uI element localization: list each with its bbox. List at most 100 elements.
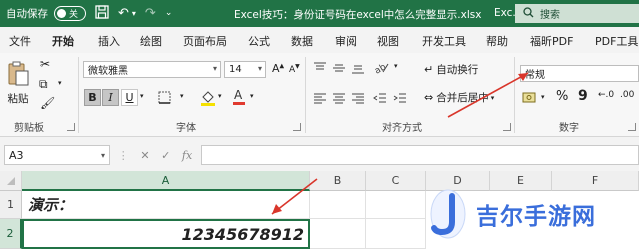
font-color-icon[interactable]: A — [232, 87, 246, 108]
cell-c2[interactable] — [366, 219, 426, 249]
font-name-value: 微软雅黑 — [88, 66, 128, 77]
annotation-arrow-icon — [447, 72, 529, 118]
autosave-toggle[interactable]: 关 — [54, 6, 86, 21]
watermark-text: 吉尔手游网 — [476, 203, 596, 230]
bold-button[interactable]: B — [84, 89, 101, 106]
increase-decimal-icon[interactable]: ←.0 — [598, 91, 614, 100]
ribbon-tabs: 文件 开始 插入 绘图 页面布局 公式 数据 审阅 视图 开发工具 帮助 福昕P… — [0, 27, 639, 55]
decrease-decimal-icon[interactable]: .00 — [620, 91, 634, 100]
ribbon: 粘贴 ✂ ⧉ ▾ 🖌 剪贴板 微软雅黑 ▾ 14 ▾ A▲ A▼ B I U ▾ ▾… — [0, 53, 639, 137]
tab-view[interactable]: 视图 — [377, 33, 399, 49]
clipboard-launcher-icon[interactable] — [67, 123, 75, 131]
fill-color-icon[interactable] — [200, 89, 216, 108]
borders-icon[interactable] — [158, 91, 171, 106]
column-header-c[interactable]: C — [366, 171, 426, 191]
formula-bar: A3 ▾ ⋮ ✕ ✓ fx — [0, 137, 639, 171]
tab-pdf-tools[interactable]: PDF工具 — [595, 33, 638, 49]
underline-dropdown-icon[interactable]: ▾ — [140, 93, 144, 100]
orientation-icon[interactable]: ab — [373, 60, 389, 77]
comma-style-button[interactable]: 9 — [578, 89, 588, 103]
search-icon — [523, 6, 534, 21]
align-right-icon[interactable] — [351, 92, 365, 106]
italic-button[interactable]: I — [102, 89, 119, 106]
search-box[interactable]: 搜索 — [515, 4, 639, 23]
increase-font-icon[interactable]: A▲ — [272, 63, 284, 74]
customize-toolbar-icon[interactable]: ⌄ — [165, 9, 173, 18]
svg-text:A: A — [234, 88, 243, 102]
paste-button[interactable]: 粘贴 — [6, 56, 30, 110]
copy-icon[interactable]: ⧉ — [39, 78, 48, 90]
search-placeholder: 搜索 — [540, 10, 560, 21]
middle-align-icon[interactable] — [332, 62, 346, 76]
bottom-align-icon[interactable] — [351, 62, 365, 76]
font-size-value: 14 — [229, 64, 242, 75]
save-icon[interactable] — [95, 5, 109, 22]
wrap-text-icon: ↵ — [424, 63, 434, 76]
currency-dropdown-icon[interactable]: ▾ — [541, 94, 545, 101]
chevron-down-icon: ▾ — [257, 64, 262, 73]
font-group-label: 字体 — [176, 123, 196, 134]
tab-file[interactable]: 文件 — [9, 33, 31, 49]
fill-color-dropdown-icon[interactable]: ▾ — [218, 93, 222, 100]
cell-a2[interactable]: 12345678912 — [22, 219, 310, 249]
decrease-indent-icon[interactable] — [373, 92, 387, 106]
underline-button[interactable]: U — [121, 89, 138, 106]
toggle-knob — [57, 9, 66, 18]
separator — [305, 57, 306, 133]
select-all-corner[interactable] — [0, 171, 22, 191]
number-launcher-icon[interactable] — [628, 123, 636, 131]
copy-dropdown-icon[interactable]: ▾ — [58, 80, 62, 87]
cancel-icon[interactable]: ✕ — [140, 149, 149, 162]
redo-icon[interactable]: ↷ — [145, 7, 156, 20]
chevron-down-icon: ▾ — [100, 150, 105, 160]
tab-page-layout[interactable]: 页面布局 — [183, 33, 227, 49]
paste-icon — [8, 61, 29, 85]
tab-formulas[interactable]: 公式 — [248, 33, 270, 49]
cell-c1[interactable] — [366, 191, 426, 219]
font-size-select[interactable]: 14 ▾ — [224, 61, 266, 78]
font-launcher-icon[interactable] — [293, 123, 301, 131]
tab-help[interactable]: 帮助 — [486, 33, 508, 49]
cut-icon[interactable]: ✂ — [40, 58, 50, 70]
merge-center-icon: ⇔ — [424, 91, 434, 104]
tab-data[interactable]: 数据 — [291, 33, 313, 49]
format-painter-icon[interactable]: 🖌 — [40, 97, 55, 109]
number-group-label: 数字 — [559, 123, 579, 134]
document-title: Excel技巧：身份证号码在excel中怎么完整显示.xlsx — [234, 9, 482, 21]
tab-review[interactable]: 审阅 — [335, 33, 357, 49]
font-color-dropdown-icon[interactable]: ▾ — [250, 93, 254, 100]
row-header-2[interactable]: 2 — [0, 219, 22, 249]
name-box[interactable]: A3 ▾ — [4, 145, 110, 165]
font-name-select[interactable]: 微软雅黑 ▾ — [83, 61, 221, 78]
watermark: 吉尔手游网 — [428, 183, 636, 245]
insert-function-icon[interactable]: fx — [182, 149, 192, 162]
top-align-icon[interactable] — [313, 62, 327, 76]
tab-foxit-pdf[interactable]: 福昕PDF — [530, 33, 573, 49]
undo-dropdown-icon[interactable]: ▾ — [132, 9, 136, 18]
cell-reference: A3 — [9, 148, 24, 162]
tab-home[interactable]: 开始 — [52, 33, 74, 55]
undo-icon[interactable]: ↶ — [118, 7, 129, 20]
tab-draw[interactable]: 绘图 — [140, 33, 162, 49]
percent-style-button[interactable]: % — [556, 90, 568, 103]
row-header-1[interactable]: 1 — [0, 191, 22, 219]
align-left-icon[interactable] — [313, 92, 327, 106]
separator — [78, 57, 79, 133]
more-options-icon: ⋮ — [117, 148, 129, 162]
autosave-label: 自动保存 — [6, 8, 48, 20]
title-bar: 自动保存 关 ↶ ▾ ↷ ⌄ Excel技巧：身份证号码在excel中怎么完整显… — [0, 0, 639, 27]
align-center-icon[interactable] — [332, 92, 346, 106]
formula-controls: ⋮ ✕ ✓ fx — [112, 145, 198, 165]
cell-b2[interactable] — [310, 219, 366, 249]
decrease-font-icon[interactable]: A▼ — [289, 64, 300, 75]
tab-insert[interactable]: 插入 — [98, 33, 120, 49]
formula-input[interactable] — [201, 145, 639, 165]
increase-indent-icon[interactable] — [393, 92, 407, 106]
paste-label: 粘贴 — [7, 92, 29, 105]
orientation-dropdown-icon[interactable]: ▾ — [394, 63, 398, 70]
chevron-down-icon: ▾ — [212, 64, 217, 73]
borders-dropdown-icon[interactable]: ▾ — [180, 93, 184, 100]
watermark-logo-icon — [430, 189, 466, 239]
enter-icon[interactable]: ✓ — [161, 149, 170, 162]
tab-developer[interactable]: 开发工具 — [422, 33, 466, 49]
